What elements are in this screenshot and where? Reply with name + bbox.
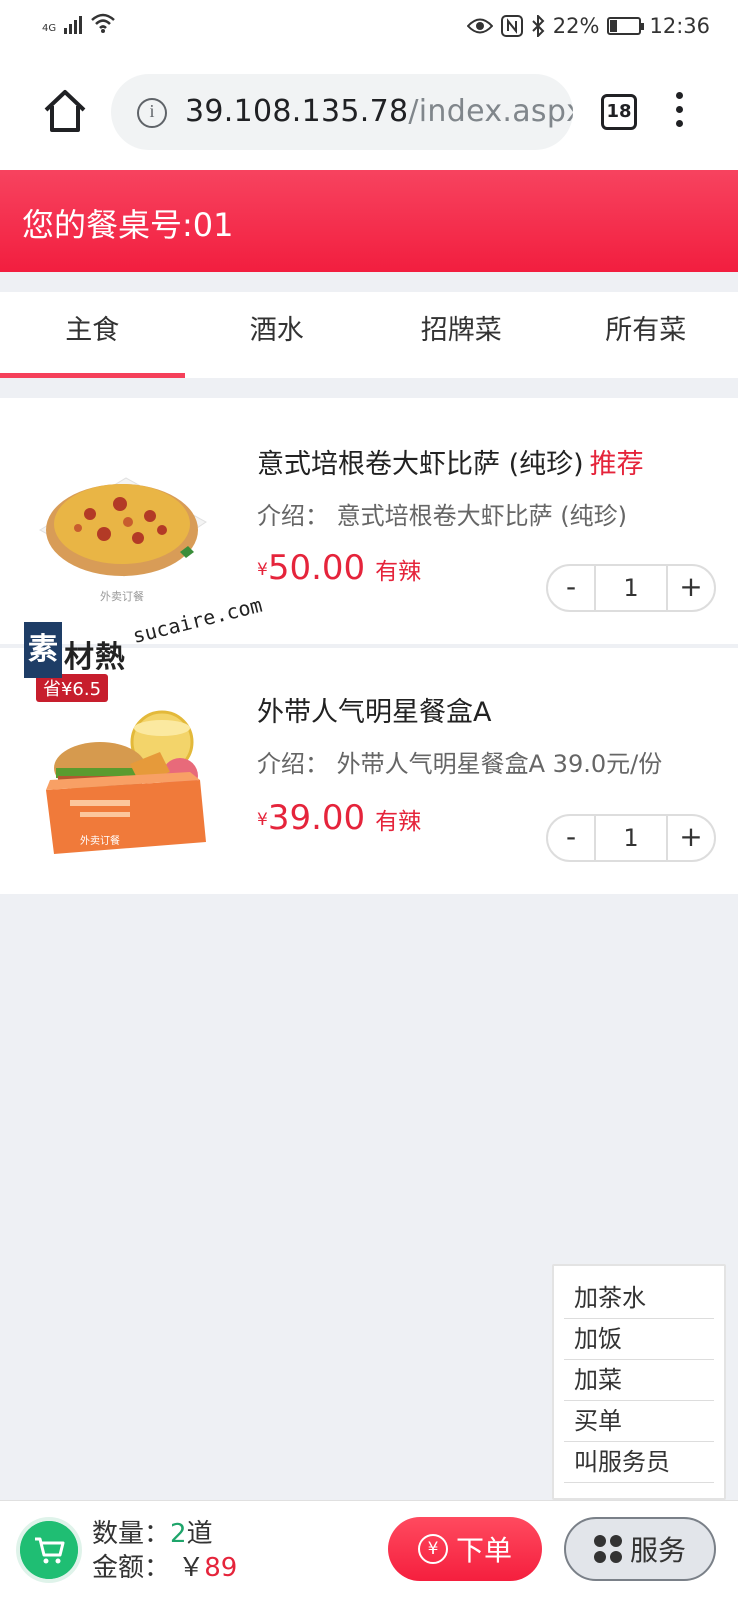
tab-staple[interactable]: 主食 <box>0 292 185 378</box>
wifi-icon <box>91 13 115 33</box>
pizza-image: 外卖订餐 <box>38 477 207 603</box>
image-caption: 外卖订餐 <box>80 834 120 847</box>
quantity-stepper: - 1 + <box>546 564 716 612</box>
decrease-button[interactable]: - <box>548 566 596 610</box>
meal-box-image: 省¥6.5 外卖订餐 <box>36 674 206 854</box>
service-menu: 加茶水 加饭 加菜 买单 叫服务员 <box>552 1264 726 1513</box>
eye-icon <box>466 18 493 34</box>
quantity-stepper: - 1 + <box>546 814 716 862</box>
place-order-button[interactable]: ¥ 下单 <box>388 1517 542 1581</box>
order-summary: 数量：2道 金额： ￥89 <box>92 1517 237 1585</box>
item-description: 介绍： 意式培根卷大虾比萨 (纯珍) <box>257 502 627 530</box>
tab-all[interactable]: 所有菜 <box>554 292 738 378</box>
quantity-value[interactable]: 1 <box>596 566 666 610</box>
page-title: 您的餐桌号:01 <box>22 206 234 244</box>
battery-icon <box>607 17 645 35</box>
status-right: 22% 12:36 <box>466 14 710 38</box>
list-item: 省¥6.5 外卖订餐 外带人气明星餐盒A 介绍： 外带人气明星餐盒A 39.0元… <box>0 648 738 894</box>
increase-button[interactable]: + <box>666 566 714 610</box>
count-label: 数量： <box>92 1519 171 1549</box>
service-label: 服务 <box>629 1534 686 1567</box>
menu-item-checkout[interactable]: 买单 <box>564 1401 714 1442</box>
item-price: ¥39.00 有辣 <box>257 798 421 838</box>
item-title: 意式培根卷大虾比萨 (纯珍) <box>257 449 584 480</box>
network-type: 4G <box>42 23 57 34</box>
bluetooth-icon <box>532 15 545 37</box>
item-price: ¥50.00 有辣 <box>257 548 421 588</box>
save-badge: 省¥6.5 <box>43 679 101 700</box>
tab-drinks[interactable]: 酒水 <box>185 292 370 378</box>
grid-icon <box>593 1535 622 1563</box>
menu-item-add-dish[interactable]: 加菜 <box>564 1360 714 1401</box>
amount-line: 金额： ￥89 <box>92 1551 237 1585</box>
count-unit: 道 <box>186 1519 213 1549</box>
image-caption: 外卖订餐 <box>100 589 144 603</box>
clock: 12:36 <box>649 14 710 38</box>
tab-switcher-button[interactable]: 18 <box>601 94 637 130</box>
table-header: 您的餐桌号:01 <box>0 170 738 272</box>
cart-icon[interactable] <box>20 1521 78 1579</box>
url-path: /index.aspx <box>408 94 573 129</box>
signal-group: 4G <box>42 12 116 34</box>
menu-item-add-rice[interactable]: 加饭 <box>564 1319 714 1360</box>
price-value: 50.00 <box>267 548 366 588</box>
increase-button[interactable]: + <box>666 816 714 860</box>
spicy-tag: 有辣 <box>375 809 422 835</box>
info-icon[interactable] <box>137 98 167 128</box>
address-bar[interactable]: 39.108.135.78/index.aspx <box>111 74 573 150</box>
currency-symbol: ¥ <box>257 810 268 830</box>
amount-value: 89 <box>204 1553 238 1583</box>
bottom-bar: 数量：2道 金额： ￥89 ¥ 下单 服务 <box>0 1500 738 1600</box>
count-line: 数量：2道 <box>92 1517 237 1551</box>
url-host: 39.108.135.78 <box>185 94 409 129</box>
browser-toolbar: 39.108.135.78/index.aspx 18 <box>0 56 738 170</box>
menu-item-add-tea[interactable]: 加茶水 <box>564 1278 714 1319</box>
spicy-tag: 有辣 <box>375 559 422 585</box>
status-bar: 4G 22% 12:36 <box>0 0 738 56</box>
watermark: 素 材熱 sucaire.com <box>24 593 274 682</box>
order-label: 下单 <box>455 1534 512 1567</box>
amount-label: 金额： ￥ <box>92 1553 205 1583</box>
list-item: 外卖订餐 意式培根卷大虾比萨 (纯珍) 推荐 介绍： 意式培根卷大虾比萨 (纯珍)… <box>0 398 738 644</box>
count-value: 2 <box>170 1519 187 1549</box>
battery-percent: 22% <box>552 14 600 38</box>
item-name: 意式培根卷大虾比萨 (纯珍) 推荐 <box>257 442 644 481</box>
decrease-button[interactable]: - <box>548 816 596 860</box>
more-menu-icon[interactable] <box>674 92 684 132</box>
category-tabs: 主食 酒水 招牌菜 所有菜 <box>0 292 738 378</box>
recommend-badge: 推荐 <box>589 449 644 480</box>
home-icon[interactable] <box>40 86 90 136</box>
currency-symbol: ¥ <box>257 560 268 580</box>
menu-item-call-waiter[interactable]: 叫服务员 <box>564 1442 714 1483</box>
service-button[interactable]: 服务 <box>564 1517 716 1581</box>
item-description: 介绍： 外带人气明星餐盒A 39.0元/份 <box>257 750 663 778</box>
nfc-icon <box>500 15 523 37</box>
tab-signature[interactable]: 招牌菜 <box>369 292 554 378</box>
quantity-value[interactable]: 1 <box>596 816 666 860</box>
item-name: 外带人气明星餐盒A <box>257 690 491 729</box>
signal-icon <box>64 12 83 34</box>
yen-icon: ¥ <box>417 1534 448 1564</box>
price-value: 39.00 <box>267 798 366 838</box>
watermark-logo: 素 <box>24 622 62 678</box>
item-title: 外带人气明星餐盒A <box>257 697 492 728</box>
watermark-text: 材熱 <box>64 640 126 675</box>
url-text[interactable]: 39.108.135.78/index.aspx <box>185 94 573 129</box>
